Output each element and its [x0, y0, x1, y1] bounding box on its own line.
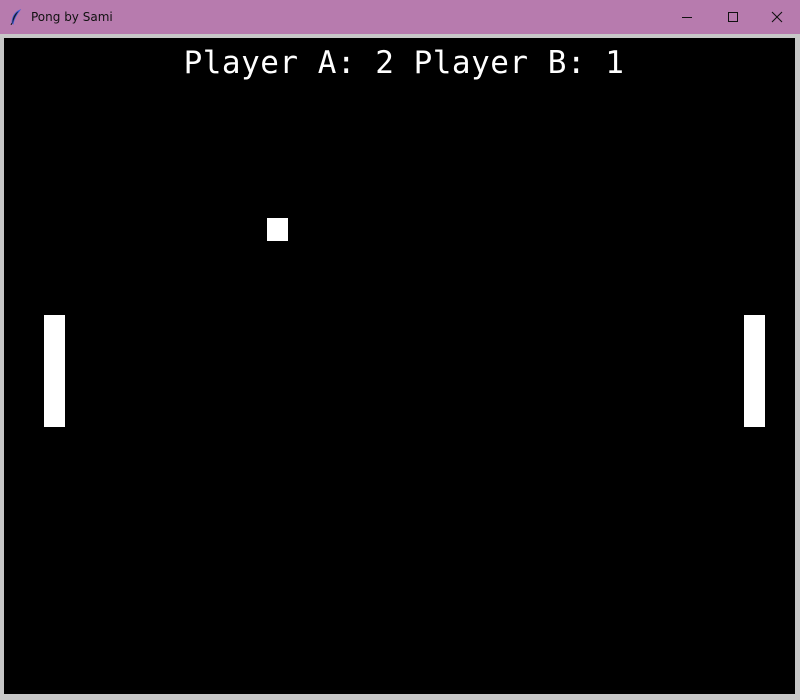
maximize-icon — [727, 8, 739, 27]
game-canvas[interactable]: Player A: 2 Player B: 1 — [4, 38, 795, 694]
paddle-player-a — [44, 315, 65, 427]
player-a-score: 2 — [375, 45, 395, 81]
window-title: Pong by Sami — [31, 10, 113, 24]
title-bar[interactable]: Pong by Sami — [0, 0, 800, 34]
player-b-label: Player B: — [413, 45, 587, 81]
minimize-icon — [681, 8, 693, 27]
paddle-player-b — [744, 315, 765, 427]
close-button[interactable] — [754, 0, 800, 34]
player-a-label: Player A: — [183, 45, 357, 81]
scoreboard: Player A: 2 Player B: 1 — [4, 45, 795, 81]
minimize-button[interactable] — [664, 0, 710, 34]
player-b-score: 1 — [605, 45, 625, 81]
ball — [267, 218, 288, 241]
maximize-button[interactable] — [710, 0, 756, 34]
close-icon — [771, 8, 783, 27]
app-window: Pong by Sami Player A: 2 Player B: 1 — [0, 0, 800, 700]
feather-icon — [9, 9, 23, 26]
